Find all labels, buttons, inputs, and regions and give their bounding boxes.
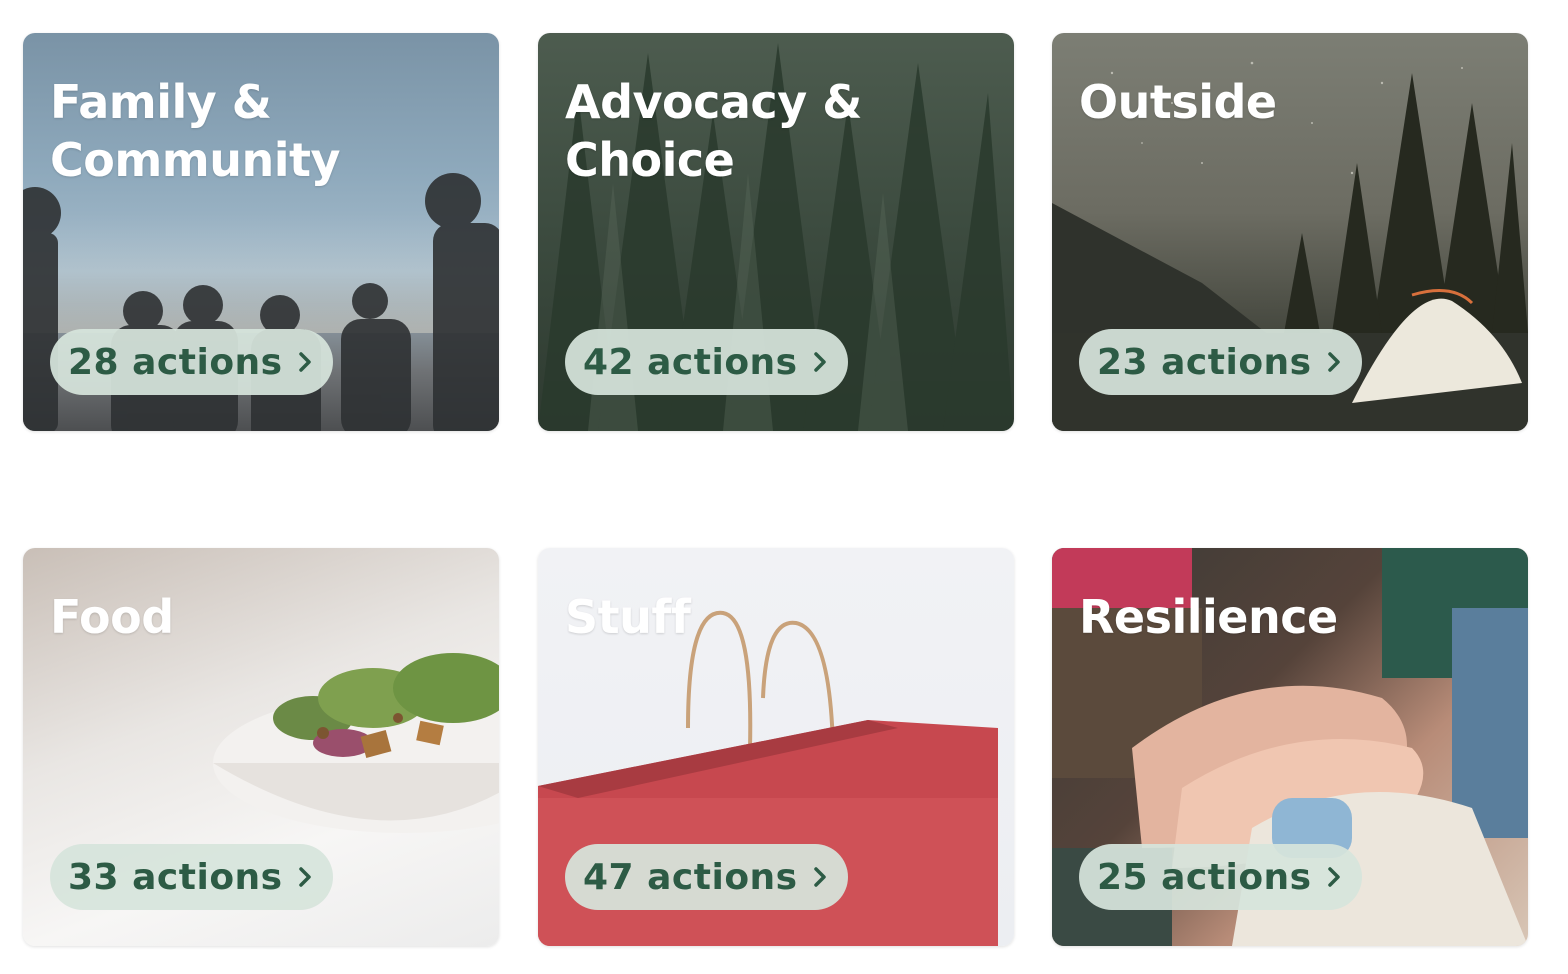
category-card-family-community[interactable]: Family & Community 28 actions (23, 33, 499, 431)
chevron-right-icon (806, 348, 834, 376)
chevron-right-icon (291, 348, 319, 376)
category-grid: Family & Community 28 actions Advocacy &… (0, 0, 1568, 974)
actions-count-label: 23 actions (1097, 341, 1312, 383)
category-card-food[interactable]: Food 33 actions (23, 548, 499, 946)
card-title: Outside (1079, 75, 1277, 129)
actions-button[interactable]: 23 actions (1079, 329, 1362, 395)
card-title: Resilience (1079, 590, 1338, 644)
card-title: Family & Community (50, 75, 340, 187)
chevron-right-icon (1320, 863, 1348, 891)
chevron-right-icon (291, 863, 319, 891)
actions-button[interactable]: 42 actions (565, 329, 848, 395)
card-title: Advocacy & Choice (565, 75, 862, 187)
category-card-advocacy-choice[interactable]: Advocacy & Choice 42 actions (538, 33, 1014, 431)
card-title: Food (50, 590, 174, 644)
category-card-stuff[interactable]: Stuff 47 actions (538, 548, 1014, 946)
actions-count-label: 25 actions (1097, 856, 1312, 898)
actions-count-label: 47 actions (583, 856, 798, 898)
card-title: Stuff (565, 590, 691, 644)
category-card-resilience[interactable]: Resilience 25 actions (1052, 548, 1528, 946)
actions-count-label: 33 actions (68, 856, 283, 898)
chevron-right-icon (806, 863, 834, 891)
category-card-outside[interactable]: Outside 23 actions (1052, 33, 1528, 431)
actions-button[interactable]: 33 actions (50, 844, 333, 910)
actions-button[interactable]: 47 actions (565, 844, 848, 910)
chevron-right-icon (1320, 348, 1348, 376)
actions-count-label: 28 actions (68, 341, 283, 383)
actions-count-label: 42 actions (583, 341, 798, 383)
actions-button[interactable]: 28 actions (50, 329, 333, 395)
actions-button[interactable]: 25 actions (1079, 844, 1362, 910)
